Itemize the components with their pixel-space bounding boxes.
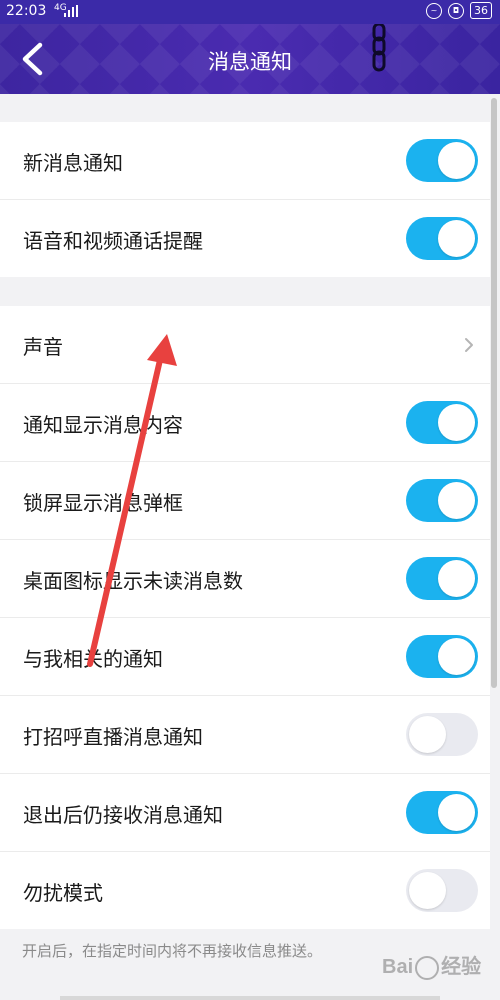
setting-label: 打招呼直播消息通知 — [23, 725, 203, 749]
setting-row-receive-after-exit: 退出后仍接收消息通知 — [0, 774, 490, 852]
setting-row-greeting-live: 打招呼直播消息通知 — [0, 696, 490, 774]
lockscreen-popup-toggle[interactable] — [406, 479, 478, 522]
greeting-live-toggle[interactable] — [406, 713, 478, 756]
nav-bar: 消息通知 — [0, 24, 500, 94]
paw-icon — [415, 955, 440, 980]
toggle-knob — [409, 872, 446, 909]
chain-decoration-icon — [372, 24, 386, 72]
toggle-knob — [438, 142, 475, 179]
settings-group-basic: 新消息通知 语音和视频通话提醒 — [0, 122, 490, 277]
do-not-disturb-toggle[interactable] — [406, 869, 478, 912]
setting-label: 锁屏显示消息弹框 — [23, 491, 183, 515]
setting-label: 桌面图标显示未读消息数 — [23, 569, 243, 593]
setting-row-do-not-disturb: 勿扰模式 — [0, 852, 490, 929]
unread-badge-toggle[interactable] — [406, 557, 478, 600]
show-content-toggle[interactable] — [406, 401, 478, 444]
settings-group-detail: 声音 通知显示消息内容 锁屏显示消息弹框 桌面图标显示未读消息数 与我相关的通知… — [0, 306, 490, 929]
toggle-knob — [438, 220, 475, 257]
page-title: 消息通知 — [208, 50, 292, 74]
toggle-knob — [438, 794, 475, 831]
watermark-brand: Bai — [382, 956, 414, 978]
receive-after-exit-toggle[interactable] — [406, 791, 478, 834]
call-reminder-toggle[interactable] — [406, 217, 478, 260]
related-notice-toggle[interactable] — [406, 635, 478, 678]
toggle-knob — [438, 560, 475, 597]
battery-icon: 36 — [470, 2, 492, 19]
watermark-logo: Bai 经验 — [382, 950, 481, 980]
setting-label: 勿扰模式 — [23, 881, 103, 905]
toggle-knob — [438, 482, 475, 519]
toggle-knob — [438, 404, 475, 441]
setting-row-related-notice: 与我相关的通知 — [0, 618, 490, 696]
setting-label: 通知显示消息内容 — [23, 413, 183, 437]
setting-row-show-content: 通知显示消息内容 — [0, 384, 490, 462]
setting-row-new-message: 新消息通知 — [0, 122, 490, 200]
new-message-toggle[interactable] — [406, 139, 478, 182]
dnd-hint-text: 开启后，在指定时间内将不再接收信息推送。 — [22, 942, 323, 960]
bottom-strip — [60, 996, 440, 1000]
vibrate-icon: ~ — [426, 2, 442, 19]
setting-row-unread-badge: 桌面图标显示未读消息数 — [0, 540, 490, 618]
toggle-knob — [438, 638, 475, 675]
toggle-knob — [409, 716, 446, 753]
status-time: 22:03 — [6, 3, 47, 19]
status-icons: ~ ◘ 36 — [426, 2, 492, 19]
chevron-right-icon — [465, 338, 473, 352]
lock-icon: ◘ — [448, 2, 464, 19]
setting-row-lockscreen-popup: 锁屏显示消息弹框 — [0, 462, 490, 540]
setting-row-sound[interactable]: 声音 — [0, 306, 490, 384]
scrollbar[interactable] — [491, 98, 497, 688]
status-bar: 22:03 4G ~ ◘ 36 — [0, 0, 500, 24]
setting-label: 新消息通知 — [23, 151, 123, 175]
setting-row-call-reminder: 语音和视频通话提醒 — [0, 200, 490, 277]
signal-icon — [64, 5, 78, 17]
setting-label: 声音 — [23, 335, 63, 359]
setting-label: 语音和视频通话提醒 — [23, 229, 203, 253]
watermark-brand-tail: 经验 — [441, 956, 482, 978]
setting-label: 与我相关的通知 — [23, 647, 163, 671]
setting-label: 退出后仍接收消息通知 — [23, 803, 223, 827]
